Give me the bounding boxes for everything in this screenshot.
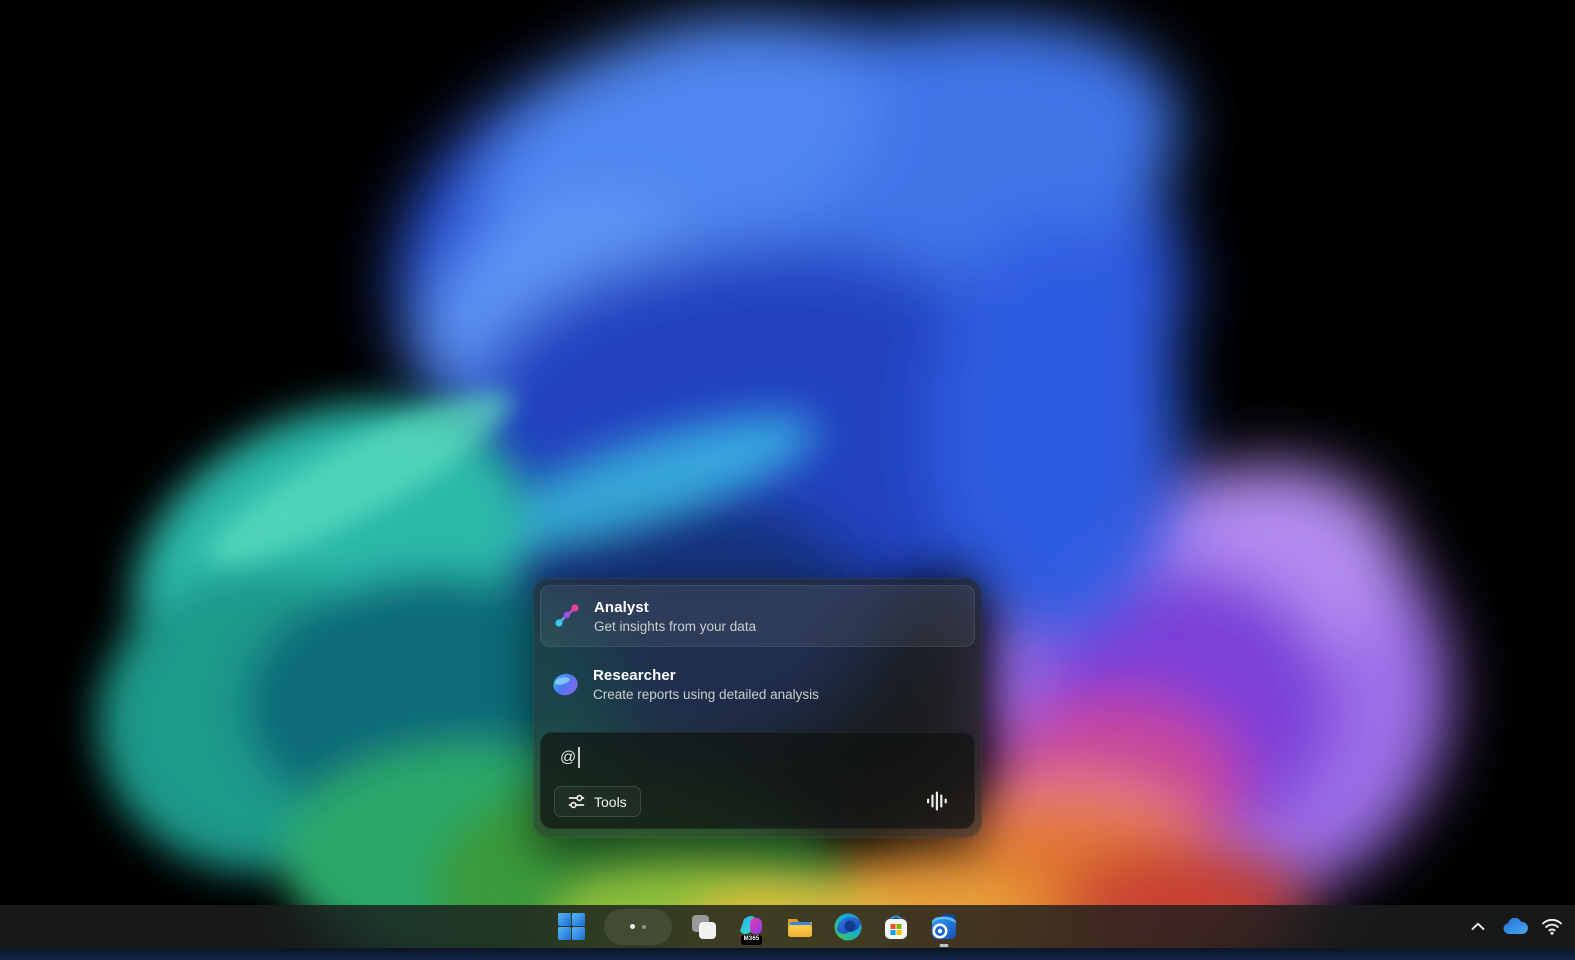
m365-copilot-button[interactable]: M365 bbox=[736, 911, 768, 943]
outlook-icon bbox=[929, 912, 959, 942]
onedrive-tray-button[interactable] bbox=[1504, 916, 1526, 938]
suggestion-title: Analyst bbox=[594, 599, 756, 616]
planet-icon bbox=[552, 671, 579, 698]
running-app-indicator bbox=[939, 944, 948, 947]
start-button[interactable] bbox=[556, 911, 588, 943]
suggestion-subtitle: Get insights from your data bbox=[594, 619, 756, 634]
tray-chevron-button[interactable] bbox=[1467, 916, 1489, 938]
taskbar-center-icons: M365 bbox=[556, 905, 960, 948]
copilot-prompt-panel: Analyst Get insights from your data Rese… bbox=[533, 578, 982, 838]
outlook-button[interactable] bbox=[928, 911, 960, 943]
network-tray-button[interactable] bbox=[1541, 916, 1563, 938]
m365-badge: M365 bbox=[741, 935, 763, 944]
search-dot-icon bbox=[642, 925, 646, 929]
edge-button[interactable] bbox=[832, 911, 864, 943]
waveform-icon bbox=[926, 790, 948, 812]
prompt-input[interactable]: @ Tools bbox=[540, 732, 975, 829]
file-explorer-button[interactable] bbox=[784, 911, 816, 943]
taskbar: M365 bbox=[0, 905, 1575, 948]
microsoft-store-button[interactable] bbox=[880, 911, 912, 943]
chevron-up-icon bbox=[1471, 922, 1485, 931]
prompt-input-value-line: @ bbox=[560, 747, 580, 768]
microsoft-edge-icon bbox=[833, 912, 863, 942]
sliders-icon bbox=[568, 793, 585, 810]
file-explorer-icon bbox=[785, 912, 815, 942]
onedrive-icon bbox=[1503, 918, 1528, 935]
suggestion-subtitle: Create reports using detailed analysis bbox=[593, 687, 819, 702]
task-view-button[interactable] bbox=[688, 911, 720, 943]
task-view-icon bbox=[690, 913, 718, 941]
voice-input-button[interactable] bbox=[925, 789, 949, 813]
search-dot-icon bbox=[630, 924, 635, 929]
search-pill[interactable] bbox=[604, 909, 672, 945]
suggestion-analyst-text: Analyst Get insights from your data bbox=[594, 599, 756, 634]
suggestion-researcher-text: Researcher Create reports using detailed… bbox=[593, 667, 819, 702]
prompt-input-value: @ bbox=[560, 749, 576, 767]
tools-button[interactable]: Tools bbox=[554, 786, 641, 817]
text-caret bbox=[578, 747, 580, 768]
microsoft-store-icon bbox=[881, 912, 911, 942]
tools-button-label: Tools bbox=[594, 794, 627, 810]
suggestion-title: Researcher bbox=[593, 667, 819, 684]
screen-bottom-strip bbox=[0, 948, 1575, 960]
wifi-icon bbox=[1541, 918, 1563, 935]
windows-start-icon bbox=[557, 912, 586, 941]
suggestion-analyst[interactable]: Analyst Get insights from your data bbox=[540, 585, 975, 647]
trend-dots-icon bbox=[553, 603, 580, 630]
system-tray bbox=[1467, 905, 1563, 948]
suggestion-researcher[interactable]: Researcher Create reports using detailed… bbox=[540, 651, 975, 717]
